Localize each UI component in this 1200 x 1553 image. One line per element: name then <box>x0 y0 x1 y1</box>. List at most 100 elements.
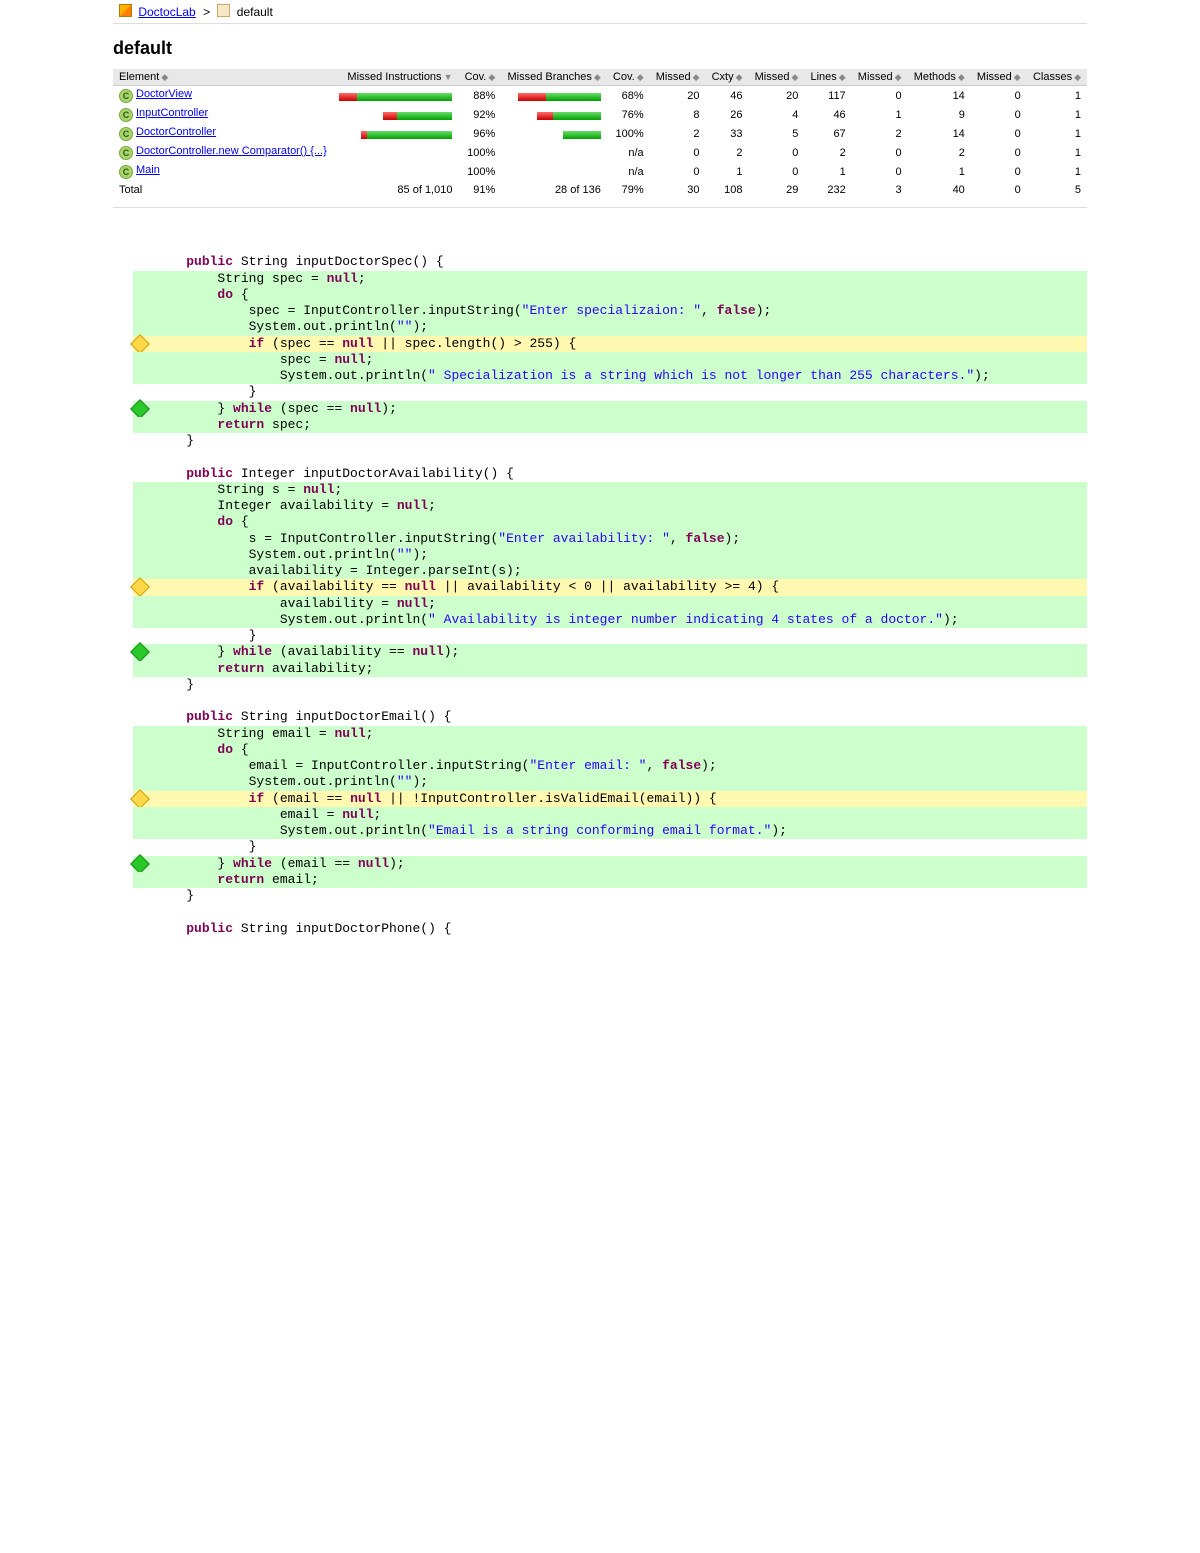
cell-missed3: 0 <box>852 86 908 106</box>
table-row: CDoctorController96%100%23356721401 <box>113 124 1087 143</box>
source-line: } <box>133 384 1087 400</box>
col-lines[interactable]: Lines◆ <box>804 69 851 86</box>
total-classes: 5 <box>1027 181 1087 199</box>
col-missed1[interactable]: Missed◆ <box>650 69 706 86</box>
col-missed4[interactable]: Missed◆ <box>971 69 1027 86</box>
col-classes[interactable]: Classes◆ <box>1027 69 1087 86</box>
element-link[interactable]: DoctorController <box>136 126 216 138</box>
cell-lines: 46 <box>804 105 851 124</box>
source-line: availability = null; <box>133 596 1087 612</box>
source-line: } <box>133 628 1087 644</box>
source-line: } <box>133 433 1087 449</box>
source-line: System.out.println(""); <box>133 774 1087 790</box>
source-line: email = InputController.inputString("Ent… <box>133 758 1087 774</box>
col-cxty[interactable]: Cxty◆ <box>706 69 749 86</box>
source-line: } <box>133 839 1087 855</box>
col-missed-instructions[interactable]: Missed Instructions▼ <box>333 69 458 86</box>
col-missed-branches[interactable]: Missed Branches◆ <box>501 69 607 86</box>
breadcrumb-current: default <box>237 5 273 19</box>
cell-missed4: 0 <box>971 105 1027 124</box>
source-line: spec = InputController.inputString("Ente… <box>133 303 1087 319</box>
total-branch: 28 of 136 <box>501 181 607 199</box>
element-link[interactable]: DoctorView <box>136 88 192 100</box>
source-text: if (email == null || !InputController.is… <box>155 791 717 806</box>
cell-missed3: 0 <box>852 162 908 181</box>
source-text: return availability; <box>155 661 373 676</box>
total-missed4: 0 <box>971 181 1027 199</box>
source-line: return availability; <box>133 661 1087 677</box>
source-text: public String inputDoctorPhone() { <box>155 921 451 936</box>
source-line: spec = null; <box>133 352 1087 368</box>
cell-methods: 14 <box>908 124 971 143</box>
coverage-bar <box>339 92 452 100</box>
source-line: System.out.println("Email is a string co… <box>133 823 1087 839</box>
source-text: } while (availability == null); <box>155 644 459 659</box>
cell-lines: 67 <box>804 124 851 143</box>
cell-branch-bar <box>501 124 607 143</box>
source-text: do { <box>155 287 249 302</box>
total-lines: 232 <box>804 181 851 199</box>
breadcrumb-root-link[interactable]: DoctocLab <box>138 5 195 19</box>
source-line: return email; <box>133 872 1087 888</box>
cell-cov2: 100% <box>607 124 650 143</box>
source-text: } <box>155 677 194 692</box>
cell-classes: 1 <box>1027 105 1087 124</box>
col-element[interactable]: Element◆ <box>113 69 333 86</box>
source-text: if (spec == null || spec.length() > 255)… <box>155 336 576 351</box>
source-line: public String inputDoctorPhone() { <box>133 921 1087 937</box>
table-row: CDoctorController.new Comparator() {...}… <box>113 143 1087 162</box>
source-line: s = InputController.inputString("Enter a… <box>133 531 1087 547</box>
cell-cxty: 33 <box>706 124 749 143</box>
cell-methods: 14 <box>908 86 971 106</box>
source-line: String spec = null; <box>133 271 1087 287</box>
cell-cov1: 100% <box>458 143 501 162</box>
cell-element: CDoctorView <box>113 86 333 106</box>
cell-cov2: 68% <box>607 86 650 106</box>
element-link[interactable]: DoctorController.new Comparator() {...} <box>136 145 327 157</box>
source-line: if (spec == null || spec.length() > 255)… <box>133 336 1087 352</box>
source-text: } while (email == null); <box>155 856 405 871</box>
col-cov2[interactable]: Cov.◆ <box>607 69 650 86</box>
cell-missed1: 0 <box>650 143 706 162</box>
cell-element: CDoctorController.new Comparator() {...} <box>113 143 333 162</box>
coverage-table: Element◆ Missed Instructions▼ Cov.◆ Miss… <box>113 69 1087 199</box>
cell-missed4: 0 <box>971 143 1027 162</box>
cell-cxty: 46 <box>706 86 749 106</box>
source-text: System.out.println(" Specialization is a… <box>155 368 990 383</box>
source-text: System.out.println(""); <box>155 319 428 334</box>
source-line: if (email == null || !InputController.is… <box>133 791 1087 807</box>
cell-missed2: 5 <box>749 124 805 143</box>
table-row: CDoctorView88%68%20462011701401 <box>113 86 1087 106</box>
cell-missed3: 1 <box>852 105 908 124</box>
cell-lines: 1 <box>804 162 851 181</box>
report-icon <box>119 4 132 17</box>
cell-cov1: 88% <box>458 86 501 106</box>
cell-cov1: 92% <box>458 105 501 124</box>
col-missed3[interactable]: Missed◆ <box>852 69 908 86</box>
total-missed1: 30 <box>650 181 706 199</box>
element-link[interactable]: InputController <box>136 107 208 119</box>
class-icon: C <box>119 127 133 141</box>
source-text <box>155 449 163 464</box>
cell-cov1: 100% <box>458 162 501 181</box>
total-missed2: 29 <box>749 181 805 199</box>
coverage-bar <box>361 130 452 138</box>
source-line: if (availability == null || availability… <box>133 579 1087 595</box>
cell-cov2: n/a <box>607 162 650 181</box>
source-text: String email = null; <box>155 726 373 741</box>
cell-branch-bar <box>501 105 607 124</box>
col-missed2[interactable]: Missed◆ <box>749 69 805 86</box>
class-icon: C <box>119 165 133 179</box>
element-link[interactable]: Main <box>136 164 160 176</box>
cell-missed3: 2 <box>852 124 908 143</box>
col-cov1[interactable]: Cov.◆ <box>458 69 501 86</box>
source-text <box>155 904 163 919</box>
coverage-bar <box>383 111 452 119</box>
cell-branch-bar <box>501 86 607 106</box>
source-line: public String inputDoctorEmail() { <box>133 709 1087 725</box>
source-line: } while (availability == null); <box>133 644 1087 660</box>
total-cov1: 91% <box>458 181 501 199</box>
cell-instr-bar <box>333 86 458 106</box>
col-methods[interactable]: Methods◆ <box>908 69 971 86</box>
source-text: String spec = null; <box>155 271 366 286</box>
